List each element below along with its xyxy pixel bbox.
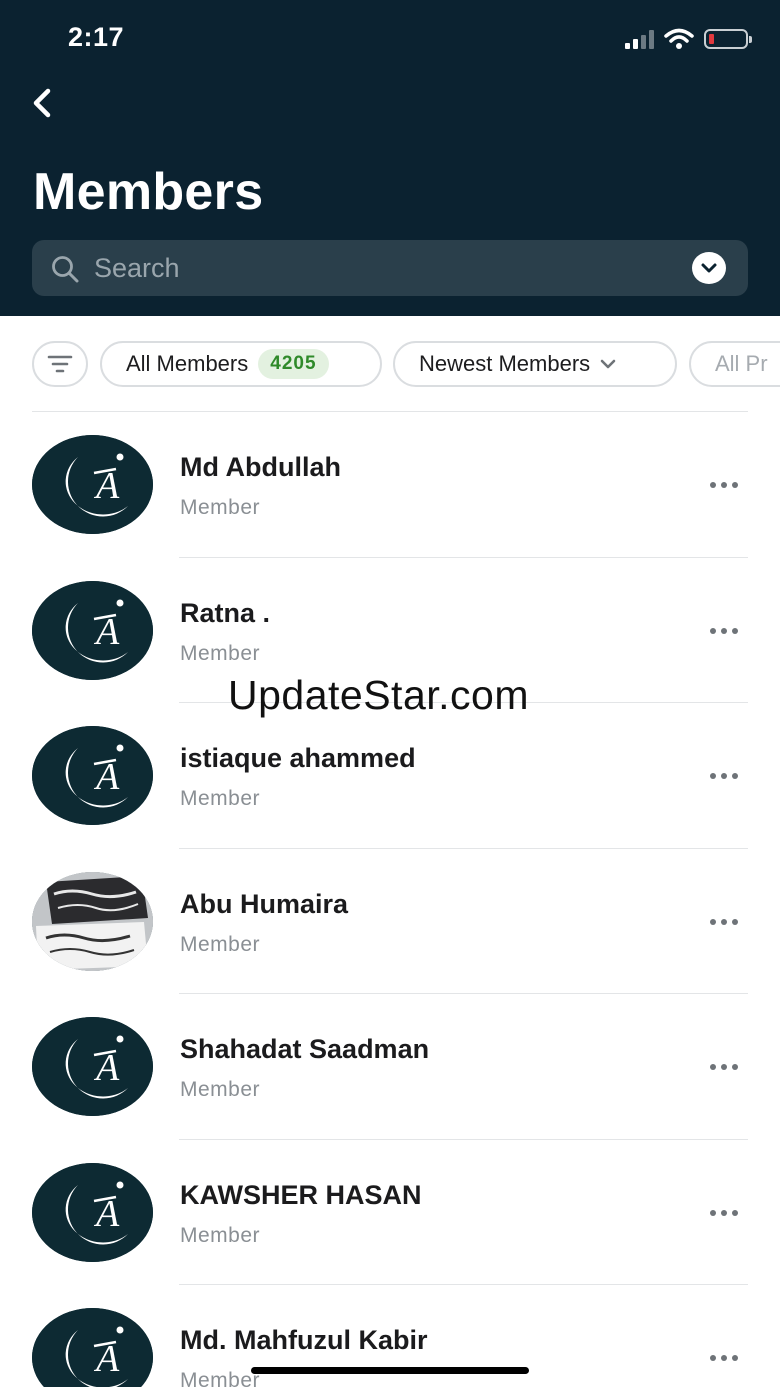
- more-options-button[interactable]: [702, 1056, 746, 1078]
- member-role: Member: [180, 932, 261, 956]
- member-row[interactable]: A Md Abdullah Member: [0, 412, 780, 558]
- crescent-logo-icon: A: [32, 1308, 153, 1387]
- member-list: A Md Abdullah Member A Ratna . Member A …: [0, 412, 780, 1387]
- member-name[interactable]: Ratna .: [180, 598, 270, 629]
- more-options-button[interactable]: [702, 1347, 746, 1369]
- chevron-left-icon: [33, 88, 51, 118]
- chip-newest-members[interactable]: Newest Members: [393, 341, 677, 387]
- member-count-badge: 4205: [258, 349, 329, 379]
- member-role: Member: [180, 496, 261, 519]
- member-role: Member: [180, 641, 261, 665]
- chevron-down-icon: [701, 263, 717, 273]
- avatar[interactable]: A: [32, 726, 153, 825]
- member-row[interactable]: A Ratna . Member: [0, 558, 780, 703]
- avatar[interactable]: A: [32, 1162, 153, 1262]
- flag-photo-icon: [32, 871, 153, 971]
- member-role: Member: [180, 1078, 261, 1101]
- crescent-logo-icon: A: [32, 1162, 153, 1262]
- member-role: Member: [180, 1223, 261, 1247]
- more-options-button[interactable]: [702, 620, 746, 642]
- app-header: 2:17 Members: [0, 0, 780, 316]
- chip-label: All Pr: [715, 351, 768, 376]
- home-indicator[interactable]: [251, 1367, 529, 1374]
- member-name[interactable]: istiaque ahammed: [180, 743, 416, 774]
- avatar[interactable]: A: [32, 580, 153, 680]
- crescent-logo-icon: A: [32, 1017, 153, 1116]
- crescent-logo-icon: A: [32, 726, 153, 825]
- member-name[interactable]: Shahadat Saadman: [180, 1034, 429, 1065]
- battery-low-icon: [704, 29, 752, 49]
- chip-all-members[interactable]: All Members 4205: [100, 341, 382, 387]
- member-name[interactable]: Md. Mahfuzul Kabir: [180, 1325, 427, 1356]
- more-options-button[interactable]: [702, 474, 746, 496]
- member-row[interactable]: A Shahadat Saadman Member: [0, 994, 780, 1140]
- member-role: Member: [180, 1369, 261, 1387]
- filter-button[interactable]: [32, 341, 88, 387]
- member-role: Member: [180, 787, 261, 810]
- more-options-button[interactable]: [702, 1202, 746, 1224]
- status-time: 2:17: [68, 22, 125, 52]
- more-options-button[interactable]: [702, 911, 746, 933]
- search-options-button[interactable]: [692, 252, 726, 284]
- search-bar[interactable]: [32, 240, 748, 296]
- more-options-button[interactable]: [702, 765, 746, 787]
- crescent-logo-icon: A: [32, 435, 153, 534]
- search-input[interactable]: [94, 240, 694, 296]
- chip-label: All Members: [126, 351, 249, 376]
- filter-lines-icon: [47, 355, 73, 373]
- avatar[interactable]: [32, 871, 153, 971]
- status-icons: [625, 26, 752, 52]
- chip-all-profiles[interactable]: All Pr: [689, 341, 780, 387]
- filter-bar: All Members 4205 Newest Members All Pr: [0, 340, 780, 388]
- chevron-down-icon: [600, 359, 616, 369]
- page-title: Members: [33, 163, 264, 221]
- signal-icon: [625, 29, 654, 49]
- member-name[interactable]: Abu Humaira: [180, 889, 348, 920]
- member-name[interactable]: Md Abdullah: [180, 452, 341, 483]
- back-button[interactable]: [26, 84, 60, 122]
- member-row[interactable]: A KAWSHER HASAN Member: [0, 1140, 780, 1285]
- search-icon: [52, 256, 79, 283]
- member-row[interactable]: Abu Humaira Member: [0, 849, 780, 994]
- member-row[interactable]: A istiaque ahammed Member: [0, 703, 780, 849]
- avatar[interactable]: A: [32, 435, 153, 534]
- chip-label: Newest Members: [419, 351, 591, 376]
- crescent-logo-icon: A: [32, 580, 153, 680]
- wifi-icon: [664, 28, 694, 49]
- avatar[interactable]: A: [32, 1308, 153, 1387]
- member-name[interactable]: KAWSHER HASAN: [180, 1180, 422, 1211]
- avatar[interactable]: A: [32, 1017, 153, 1116]
